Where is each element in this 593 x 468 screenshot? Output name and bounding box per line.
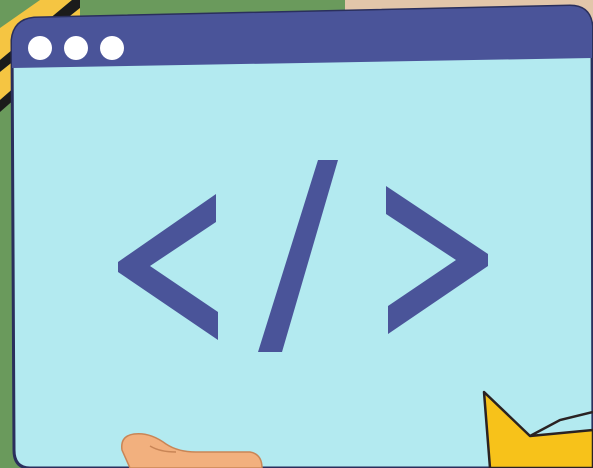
close-dot-icon[interactable] <box>28 36 52 60</box>
illustration-scene <box>0 0 593 468</box>
window-controls <box>28 36 124 60</box>
minimize-dot-icon[interactable] <box>64 36 88 60</box>
maximize-dot-icon[interactable] <box>100 36 124 60</box>
browser-window <box>10 4 593 468</box>
